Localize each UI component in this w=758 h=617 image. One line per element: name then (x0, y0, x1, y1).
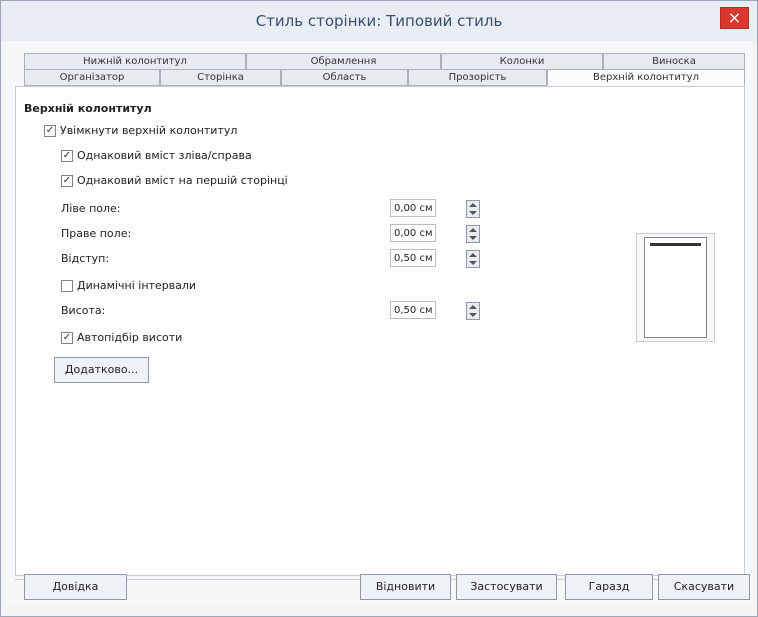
left-margin-input[interactable]: 0,00 см (390, 199, 436, 217)
tab-borders[interactable]: Обрамлення (246, 53, 441, 70)
more-button[interactable]: Додатково... (54, 357, 149, 383)
tab-area[interactable]: Область (281, 69, 408, 86)
window-title: Стиль сторінки: Типовий стиль (255, 12, 503, 30)
section-title: Верхній колонтитул (24, 102, 152, 115)
preview-frame (636, 233, 715, 342)
autofit-row[interactable]: ✓ Автопідбір висоти (61, 331, 182, 344)
left-margin-label: Ліве поле: (61, 202, 121, 215)
spacing-label: Відступ: (61, 252, 109, 265)
height-label: Висота: (61, 304, 105, 317)
enable-header-checkbox[interactable]: ✓ (44, 124, 56, 137)
right-margin-text: Праве поле: (61, 227, 132, 240)
tab-footnote[interactable]: Виноска (603, 53, 745, 70)
right-margin-input[interactable]: 0,00 см (390, 224, 436, 242)
left-margin-text: Ліве поле: (61, 202, 121, 215)
same-lr-row[interactable]: ✓ Однаковий вміст зліва/справа (61, 149, 252, 162)
header-panel: Верхній колонтитул ✓ Увімкнути верхній к… (15, 86, 745, 576)
autofit-label: Автопідбір висоти (77, 331, 183, 344)
height-text: Висота: (61, 304, 106, 317)
tab-page[interactable]: Сторінка (160, 69, 281, 86)
spacing-text: Відступ: (61, 252, 110, 265)
tab-row-bottom: Організатор Сторінка Область Прозорість … (24, 69, 745, 86)
page-preview (644, 237, 707, 338)
close-icon: × (727, 8, 742, 27)
tab-header[interactable]: Верхній колонтитул (547, 69, 745, 86)
dialog-content: Нижній колонтитул Обрамлення Колонки Вин… (6, 41, 752, 606)
spacing-input[interactable]: 0,50 см (390, 249, 436, 267)
same-first-row[interactable]: ✓ Однаковий вміст на першій сторінці (61, 174, 288, 187)
reset-button[interactable]: Відновити (360, 574, 451, 600)
cancel-button[interactable]: Скасувати (658, 574, 750, 600)
tab-organizer[interactable]: Організатор (24, 69, 160, 86)
autofit-checkbox[interactable]: ✓ (61, 331, 73, 344)
enable-header-row[interactable]: ✓ Увімкнути верхній колонтитул (44, 124, 237, 137)
tab-columns[interactable]: Колонки (441, 53, 603, 70)
right-margin-spinner[interactable] (466, 225, 480, 243)
dynamic-spacing-label: Динамічні інтервали (77, 279, 197, 292)
height-spinner[interactable] (466, 302, 480, 320)
same-first-checkbox[interactable]: ✓ (61, 174, 73, 187)
tab-footer[interactable]: Нижній колонтитул (24, 53, 246, 70)
same-lr-label: Однаковий вміст зліва/справа (77, 149, 252, 162)
height-input[interactable]: 0,50 см (390, 301, 436, 319)
dynamic-spacing-row[interactable]: Динамічні інтервали (61, 279, 196, 292)
right-margin-label: Праве поле: (61, 227, 131, 240)
dynamic-spacing-checkbox[interactable] (61, 279, 73, 292)
enable-header-label: Увімкнути верхній колонтитул (60, 124, 238, 137)
apply-button[interactable]: Застосувати (456, 574, 557, 600)
page-style-dialog: Стиль сторінки: Типовий стиль × Нижній к… (0, 0, 758, 617)
tab-row-top: Нижній колонтитул Обрамлення Колонки Вин… (24, 53, 745, 70)
tab-transparency[interactable]: Прозорість (408, 69, 547, 86)
close-button[interactable]: × (720, 7, 749, 29)
ok-button[interactable]: Гаразд (565, 574, 653, 600)
help-button[interactable]: Довідка (24, 574, 127, 600)
same-first-label: Однаковий вміст на першій сторінці (77, 174, 288, 187)
header-preview-line (650, 243, 701, 246)
spacing-spinner[interactable] (466, 250, 480, 268)
title-bar: Стиль сторінки: Типовий стиль × (1, 1, 757, 41)
same-lr-checkbox[interactable]: ✓ (61, 149, 73, 162)
left-margin-spinner[interactable] (466, 200, 480, 218)
